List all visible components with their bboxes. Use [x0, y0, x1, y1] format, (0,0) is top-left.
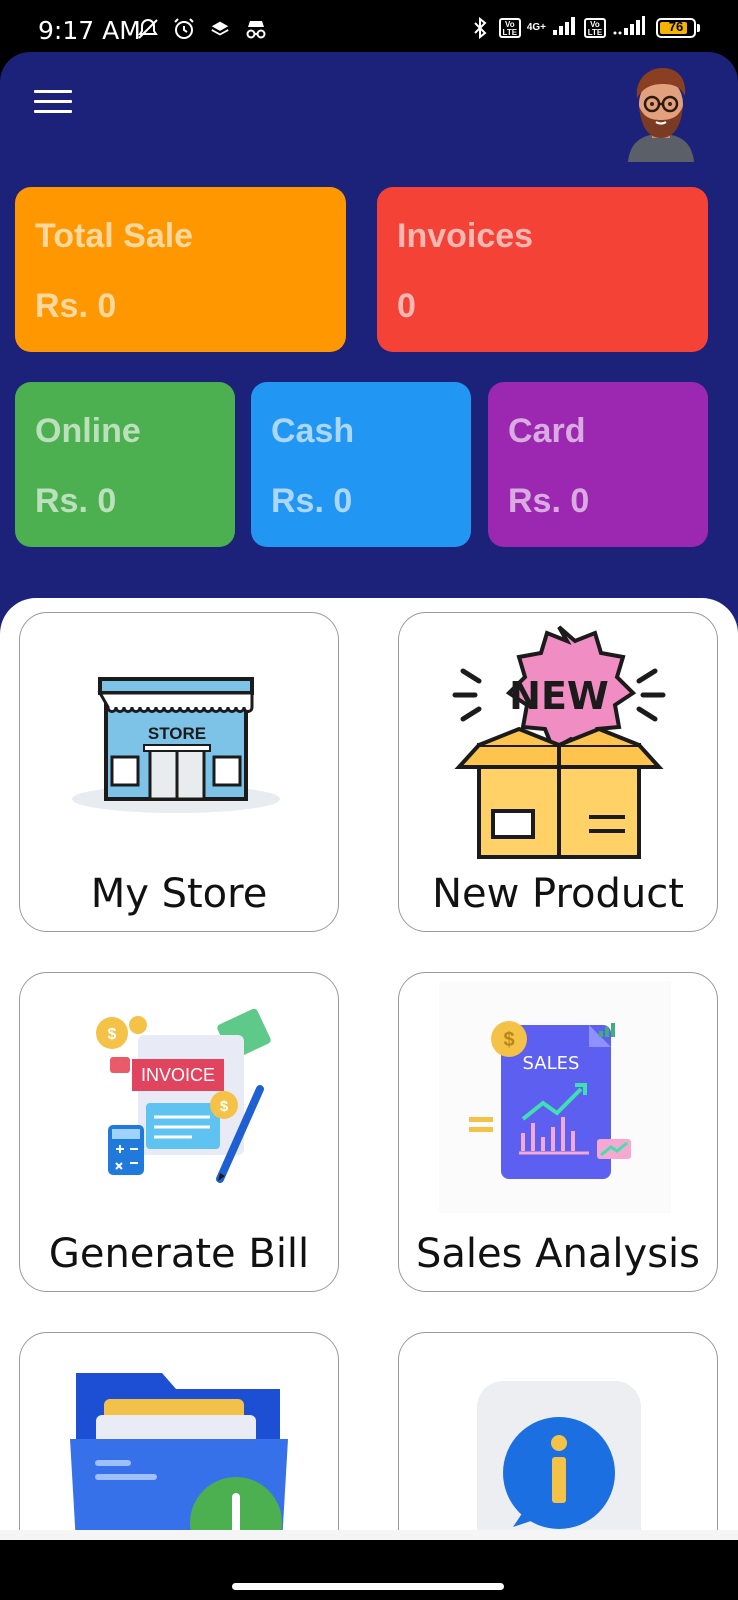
battery-level: 76 [668, 18, 684, 34]
svg-text:SALES: SALES [523, 1053, 580, 1074]
store-icon: STORE [72, 677, 280, 813]
folder-tile[interactable] [19, 1332, 339, 1540]
svg-text:$: $ [220, 1098, 229, 1115]
volte-icon: Vo LTE [584, 17, 606, 38]
bell-off-icon [135, 16, 161, 42]
battery-icon: 76 [656, 17, 700, 38]
folder-icon [70, 1373, 288, 1540]
online-value: Rs. 0 [35, 482, 117, 520]
total-sale-card[interactable]: Total Sale Rs. 0 [15, 187, 346, 352]
card-payment-card[interactable]: Card Rs. 0 [488, 382, 708, 547]
menu-icon[interactable] [34, 90, 72, 120]
menu-sheet: STORE My Store NEW New Product $ INVOICE… [0, 598, 738, 1540]
svg-text:NEW: NEW [509, 674, 609, 718]
svg-text:$: $ [503, 1029, 514, 1051]
online-card[interactable]: Online Rs. 0 [15, 382, 235, 547]
cash-value: Rs. 0 [271, 482, 353, 520]
new-product-tile[interactable]: NEW New Product [398, 612, 718, 932]
online-label: Online [35, 412, 141, 450]
invoice-icon: $ $ INVOICE $ [96, 1009, 271, 1183]
my-store-tile[interactable]: STORE My Store [19, 612, 339, 932]
invoices-value: 0 [397, 287, 416, 325]
sales-analysis-label: Sales Analysis [416, 1231, 700, 1277]
incognito-icon [243, 16, 269, 42]
invoices-card[interactable]: Invoices 0 [377, 187, 708, 352]
cash-card[interactable]: Cash Rs. 0 [251, 382, 471, 547]
svg-text:INVOICE: INVOICE [141, 1065, 215, 1085]
generate-bill-tile[interactable]: $ $ INVOICE $ Generate Bill [19, 972, 339, 1292]
status-time: 9:17 AM [38, 16, 141, 45]
sales-chart-icon: SALES $ [439, 981, 671, 1213]
app-screen: Total Sale Rs. 0 Invoices 0 Online Rs. 0… [0, 52, 738, 1540]
new-product-box-icon: NEW [452, 625, 666, 859]
navigation-bar [0, 1540, 738, 1600]
invoices-label: Invoices [397, 217, 534, 255]
user-avatar[interactable] [622, 62, 700, 162]
total-sale-value: Rs. 0 [35, 287, 117, 325]
my-store-label: My Store [90, 871, 268, 917]
layers-icon [207, 16, 233, 42]
sales-analysis-tile[interactable]: SALES $ Sales Analysis [398, 972, 718, 1292]
svg-text:$: $ [108, 1026, 117, 1043]
svg-text:STORE: STORE [148, 724, 206, 743]
bottom-strip [0, 1530, 738, 1540]
total-sale-label: Total Sale [35, 217, 194, 255]
signal-icon [552, 14, 578, 41]
volte-icon: Vo LTE [498, 17, 521, 38]
new-product-label: New Product [432, 871, 684, 917]
alarm-icon [171, 16, 197, 42]
card-value: Rs. 0 [508, 482, 590, 520]
home-gesture-bar[interactable] [232, 1583, 504, 1590]
generate-bill-label: Generate Bill [48, 1231, 310, 1277]
signal-icon [612, 14, 646, 41]
info-icon [477, 1381, 641, 1540]
card-label: Card [508, 412, 586, 450]
network-type-label: 4G+ [526, 21, 546, 33]
bluetooth-icon [467, 15, 493, 41]
cash-label: Cash [271, 412, 355, 450]
info-tile[interactable] [398, 1332, 718, 1540]
